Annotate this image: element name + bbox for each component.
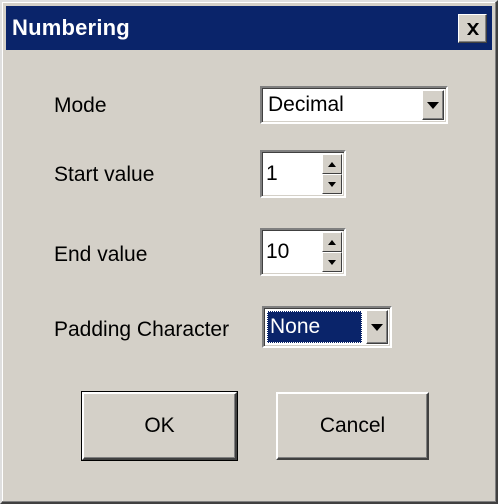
arrow-down-icon — [328, 259, 336, 265]
mode-dropdown[interactable]: Decimal — [260, 86, 448, 124]
padding-character-label: Padding Character — [54, 318, 230, 341]
ok-button[interactable]: OK — [81, 391, 238, 461]
cancel-button[interactable]: Cancel — [276, 392, 429, 460]
padding-character-value: None — [270, 315, 321, 338]
start-value-decrement-button[interactable] — [322, 174, 342, 194]
start-value-input[interactable]: 1 — [266, 162, 278, 186]
start-value-label: Start value — [54, 163, 155, 186]
start-value-increment-button[interactable] — [322, 154, 342, 174]
end-value-increment-button[interactable] — [322, 232, 342, 252]
start-value-spinner[interactable]: 1 — [260, 150, 346, 198]
end-value-input[interactable]: 10 — [266, 240, 289, 264]
end-value-decrement-button[interactable] — [322, 252, 342, 272]
close-button[interactable] — [458, 14, 487, 43]
end-value-spinner[interactable]: 10 — [260, 228, 346, 276]
arrow-down-icon — [328, 181, 336, 187]
arrow-up-icon — [328, 239, 336, 245]
cancel-button-label: Cancel — [319, 414, 386, 437]
title-bar[interactable]: Numbering — [6, 6, 492, 50]
padding-character-selection: None — [267, 311, 362, 343]
chevron-down-icon — [371, 323, 383, 331]
mode-value: Decimal — [268, 93, 344, 116]
arrow-up-icon — [328, 161, 336, 167]
mode-label: Mode — [54, 94, 107, 117]
chevron-down-icon — [427, 101, 439, 109]
end-value-spin-buttons — [322, 232, 342, 272]
ok-button-label: OK — [144, 414, 175, 437]
close-icon — [466, 22, 479, 35]
mode-dropdown-button[interactable] — [422, 90, 444, 120]
padding-character-dropdown-button[interactable] — [366, 310, 388, 344]
start-value-spin-buttons — [322, 154, 342, 194]
padding-character-dropdown[interactable]: None — [262, 306, 392, 348]
numbering-dialog: Numbering Mode Decimal Start value 1 End… — [0, 0, 498, 504]
window-title: Numbering — [12, 15, 130, 40]
end-value-label: End value — [54, 243, 148, 266]
